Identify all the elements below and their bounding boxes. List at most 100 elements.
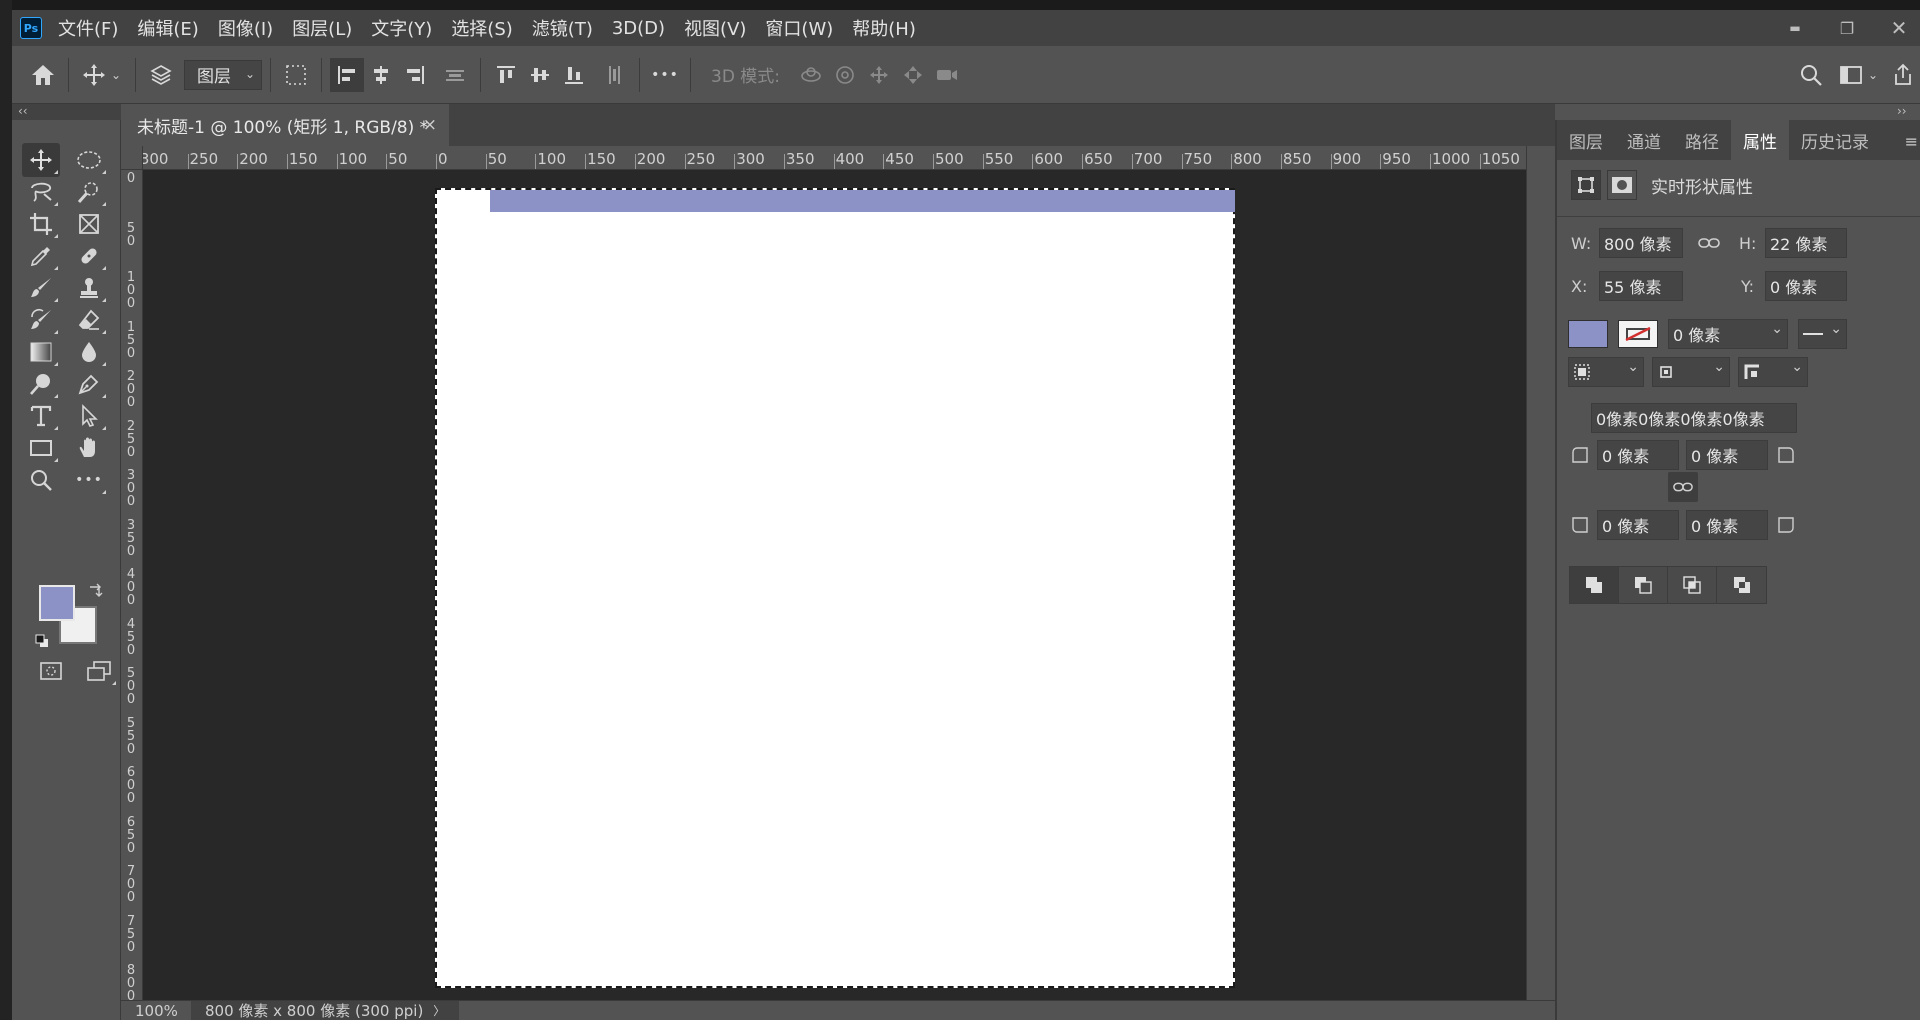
y-position-field[interactable]: 0 像素 xyxy=(1765,271,1847,301)
orbit-3d-icon[interactable] xyxy=(794,58,828,92)
menu-edit[interactable]: 编辑(E) xyxy=(137,15,198,41)
eraser-tool[interactable] xyxy=(70,303,108,337)
quick-mask-button[interactable] xyxy=(32,654,70,688)
workspace-chevron-icon[interactable]: ⌄ xyxy=(1868,68,1886,82)
minimize-button[interactable]: ▬ xyxy=(1784,21,1806,35)
stroke-width-dropdown[interactable]: 0 像素 xyxy=(1668,319,1788,349)
auto-select-target-dropdown[interactable]: 图层 ⌄ xyxy=(184,59,262,90)
distribute-horizontal-icon[interactable] xyxy=(438,58,472,92)
align-horizontal-center-icon[interactable] xyxy=(364,58,398,92)
menu-3d[interactable]: 3D(D) xyxy=(612,18,665,39)
share-icon[interactable] xyxy=(1886,58,1920,92)
x-position-field[interactable]: 55 像素 xyxy=(1599,271,1683,301)
move-tool-icon[interactable] xyxy=(77,58,111,92)
align-right-icon[interactable] xyxy=(398,58,432,92)
stroke-type-dropdown[interactable] xyxy=(1798,319,1847,349)
pan-3d-icon[interactable] xyxy=(862,58,896,92)
canvas-scroll-area[interactable] xyxy=(1526,146,1555,1000)
tab-channels[interactable]: 通道 xyxy=(1615,120,1673,160)
healing-brush-tool[interactable] xyxy=(70,239,108,273)
menu-window[interactable]: 窗口(W) xyxy=(765,15,833,41)
transform-controls-icon[interactable] xyxy=(279,58,313,92)
type-tool[interactable] xyxy=(22,399,60,433)
document-canvas[interactable] xyxy=(435,188,1235,988)
document-info[interactable]: 800 像素 x 800 像素 (300 ppi) 〉 xyxy=(191,1000,460,1020)
canvas-area[interactable] xyxy=(143,170,1526,1000)
align-vertical-center-icon[interactable] xyxy=(523,58,557,92)
tool-preset-chevron-icon[interactable]: ⌄ xyxy=(111,68,127,82)
more-options-button[interactable]: ••• xyxy=(648,58,682,92)
menu-filter[interactable]: 滤镜(T) xyxy=(532,15,593,41)
exclude-overlap-button[interactable] xyxy=(1717,567,1766,603)
intersect-shapes-button[interactable] xyxy=(1668,567,1717,603)
corner-top-left-field[interactable]: 0 像素 xyxy=(1597,440,1679,470)
path-selection-tool[interactable] xyxy=(70,399,108,433)
align-top-icon[interactable] xyxy=(489,58,523,92)
corner-top-right-field[interactable]: 0 像素 xyxy=(1686,440,1768,470)
quick-selection-tool[interactable] xyxy=(70,175,108,209)
stroke-align-dropdown[interactable] xyxy=(1568,357,1644,387)
corner-bottom-left-field[interactable]: 0 像素 xyxy=(1597,510,1679,540)
search-icon[interactable] xyxy=(1794,58,1828,92)
rectangle-shape[interactable] xyxy=(490,190,1235,212)
menu-select[interactable]: 选择(S) xyxy=(451,15,512,41)
tab-layers[interactable]: 图层 xyxy=(1557,120,1615,160)
hand-tool[interactable] xyxy=(70,431,108,465)
stroke-color-swatch[interactable] xyxy=(1618,320,1658,348)
align-bottom-icon[interactable] xyxy=(557,58,591,92)
height-field[interactable]: 22 像素 xyxy=(1765,228,1847,258)
slide-3d-icon[interactable] xyxy=(896,58,930,92)
panel-menu-icon[interactable]: ≡ xyxy=(1905,132,1918,151)
pen-tool[interactable] xyxy=(70,367,108,401)
scale-3d-camera-icon[interactable] xyxy=(930,58,964,92)
vertical-ruler[interactable]: 0 50 100 150 200 250 300 350 400 450 500 550 600 650 7… xyxy=(121,170,143,1000)
screen-mode-button[interactable] xyxy=(80,654,118,688)
document-tab[interactable]: 未标题-1 @ 100% (矩形 1, RGB/8) * × xyxy=(121,104,449,146)
horizontal-ruler[interactable]: 3002502001501005005010015020025030035040… xyxy=(143,146,1526,170)
zoom-level[interactable]: 100% xyxy=(121,1002,191,1020)
swap-colors-icon[interactable] xyxy=(87,582,103,602)
mask-properties-button[interactable] xyxy=(1607,170,1637,200)
default-colors-icon[interactable] xyxy=(35,633,49,647)
distribute-vertical-icon[interactable] xyxy=(597,58,631,92)
home-icon[interactable] xyxy=(26,58,60,92)
menu-file[interactable]: 文件(F) xyxy=(58,15,118,41)
corner-bottom-right-field[interactable]: 0 像素 xyxy=(1686,510,1768,540)
ruler-origin[interactable] xyxy=(121,146,143,170)
crop-tool[interactable] xyxy=(22,207,60,241)
link-dimensions-icon[interactable] xyxy=(1695,230,1723,256)
menu-type[interactable]: 文字(Y) xyxy=(371,15,432,41)
menu-image[interactable]: 图像(I) xyxy=(218,15,273,41)
zoom-tool[interactable] xyxy=(22,463,60,497)
lasso-tool[interactable] xyxy=(22,175,60,209)
toolbar-collapse-button[interactable]: ‹‹ xyxy=(12,104,121,120)
tab-properties[interactable]: 属性 xyxy=(1731,120,1789,160)
clone-stamp-tool[interactable] xyxy=(70,271,108,305)
corner-radius-all-field[interactable]: 0像素0像素0像素0像素 xyxy=(1591,403,1797,433)
restore-button[interactable]: ❐ xyxy=(1836,19,1858,38)
edit-toolbar-button[interactable]: ••• xyxy=(70,463,108,497)
foreground-color-swatch[interactable] xyxy=(39,585,75,621)
close-button[interactable]: ✕ xyxy=(1888,16,1910,40)
dodge-tool[interactable] xyxy=(22,367,60,401)
blur-tool[interactable] xyxy=(70,335,108,369)
eyedropper-tool[interactable] xyxy=(22,239,60,273)
menu-layer[interactable]: 图层(L) xyxy=(292,15,352,41)
combine-shapes-button[interactable] xyxy=(1570,567,1619,603)
frame-tool[interactable] xyxy=(70,207,108,241)
fill-color-swatch[interactable] xyxy=(1568,320,1608,348)
brush-tool[interactable] xyxy=(22,271,60,305)
auto-select-layers-icon[interactable] xyxy=(144,58,178,92)
width-field[interactable]: 800 像素 xyxy=(1599,228,1683,258)
tab-paths[interactable]: 路径 xyxy=(1673,120,1731,160)
align-left-icon[interactable] xyxy=(330,57,364,92)
move-tool[interactable] xyxy=(22,143,60,177)
tab-history[interactable]: 历史记录 xyxy=(1789,120,1881,160)
gradient-tool[interactable] xyxy=(22,335,60,369)
stroke-cap-dropdown[interactable] xyxy=(1652,357,1730,387)
close-document-icon[interactable]: × xyxy=(423,115,437,135)
marquee-tool[interactable] xyxy=(70,143,108,177)
rectangle-tool[interactable] xyxy=(22,431,60,465)
link-corners-button[interactable] xyxy=(1668,472,1698,502)
stroke-corner-dropdown[interactable] xyxy=(1738,357,1808,387)
